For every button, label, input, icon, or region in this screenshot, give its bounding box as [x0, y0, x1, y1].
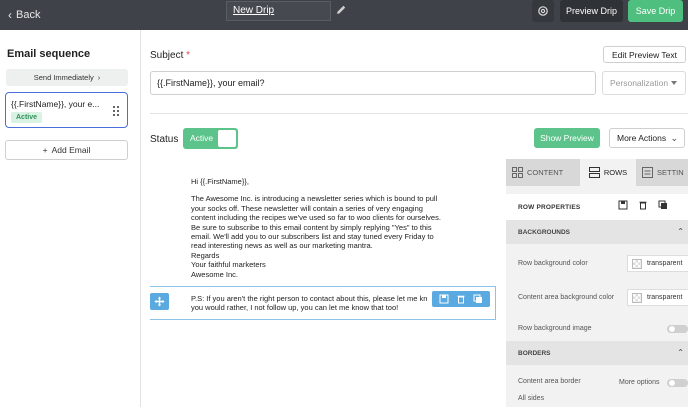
save-drip-button[interactable]: Save Drip: [628, 0, 683, 22]
settings-button[interactable]: [532, 0, 554, 22]
grid-icon: [512, 167, 523, 178]
send-immediately-label: Send Immediately: [33, 73, 94, 82]
email-greeting: Hi {{.FirstName}},: [191, 177, 249, 186]
tab-settings[interactable]: SETTIN: [642, 159, 684, 186]
add-email-button[interactable]: + Add Email: [5, 140, 128, 160]
add-email-label: Add Email: [51, 145, 91, 155]
row-toolbar: [432, 291, 490, 307]
chevron-left-icon: ‹: [8, 8, 12, 22]
email-line: Regards: [191, 250, 220, 260]
sidebar-heading: Email sequence: [7, 48, 91, 60]
backgrounds-heading: BACKGROUNDS: [518, 228, 570, 236]
duplicate-icon[interactable]: [658, 200, 668, 210]
email-sequence-sidebar: Email sequence Send Immediately › {{.Fir…: [0, 30, 141, 407]
status-label: Status: [150, 134, 179, 145]
move-icon: [154, 296, 165, 307]
tab-rows[interactable]: ROWS: [580, 159, 636, 186]
subject-label: Subject *: [150, 50, 190, 61]
pencil-icon[interactable]: [334, 3, 348, 17]
status-toggle-text: Active: [190, 133, 214, 143]
email-line: Your faithful marketers: [191, 260, 266, 270]
subject-input[interactable]: {{.FirstName}}, your email?: [150, 71, 596, 95]
row-bg-color-picker[interactable]: transparent: [627, 255, 688, 272]
plus-icon: +: [42, 145, 48, 155]
email-line: Awesome Inc.: [191, 269, 238, 279]
panel-tabs: CONTENT ROWS SETTIN: [506, 159, 688, 186]
more-actions-label: More Actions: [617, 133, 667, 143]
email-sequence-item[interactable]: {{.FirstName}}, your e... Active: [5, 92, 128, 128]
show-preview-button[interactable]: Show Preview: [534, 128, 600, 148]
status-toggle[interactable]: Active: [183, 128, 238, 149]
more-options-toggle[interactable]: [667, 379, 688, 387]
borders-section-header[interactable]: BORDERS ⌃: [506, 341, 688, 365]
personalization-placeholder: Personalization: [610, 78, 669, 88]
email-item-subject: {{.FirstName}}, your e...: [11, 99, 100, 109]
status-badge: Active: [11, 112, 43, 123]
row-properties-bar: ROW PROPERTIES: [506, 194, 688, 221]
email-line: The Awesome Inc. is introducing a newsle…: [191, 194, 438, 204]
tab-rows-label: ROWS: [603, 168, 628, 177]
save-icon[interactable]: [439, 294, 449, 304]
email-line: email. We'll add you to our subscribers …: [191, 232, 434, 242]
content-border-label: Content area border: [518, 378, 581, 385]
chevron-up-icon: ⌃: [677, 348, 684, 357]
required-mark: *: [186, 50, 191, 61]
send-immediately-button[interactable]: Send Immediately ›: [6, 69, 128, 86]
divider: [150, 113, 688, 114]
email-line: Be sure to subscribe to this email conte…: [191, 222, 432, 232]
email-line: content including the recipes we've used…: [191, 213, 441, 223]
duplicate-icon[interactable]: [473, 294, 483, 304]
preview-drip-button[interactable]: Preview Drip: [560, 0, 623, 22]
backgrounds-section-header[interactable]: BACKGROUNDS ⌃: [506, 220, 688, 244]
toggle-knob: [218, 130, 236, 147]
ps-line: P.S: If you aren't the right person to c…: [191, 294, 428, 303]
gear-icon: [538, 6, 548, 16]
email-paragraph: The Awesome Inc. is introducing a newsle…: [191, 194, 461, 279]
chevron-right-icon: ›: [97, 73, 101, 82]
row-bg-image-toggle[interactable]: [667, 325, 688, 333]
all-sides-label: All sides: [518, 395, 545, 402]
toggle-knob: [668, 325, 676, 333]
trash-icon[interactable]: [638, 200, 648, 210]
ps-line: you would rather, I not follow up, you c…: [191, 303, 399, 313]
borders-heading: BORDERS: [518, 349, 551, 357]
email-line: read interesting news as well as our mar…: [191, 241, 373, 251]
settings-panel-icon: [642, 167, 653, 178]
more-actions-dropdown[interactable]: More Actions ⌄: [609, 128, 685, 148]
save-icon[interactable]: [618, 200, 628, 210]
rows-icon: [588, 167, 600, 178]
back-label: Back: [16, 9, 41, 21]
content-bg-color-label: Content area background color: [518, 294, 615, 301]
toggle-knob: [668, 379, 676, 387]
tab-settings-label: SETTIN: [657, 168, 684, 177]
chevron-down-icon: ⌄: [670, 133, 678, 143]
content-bg-color-value: transparent: [647, 294, 683, 301]
row-properties-actions: [618, 200, 668, 210]
drag-handle-icon[interactable]: [112, 105, 120, 117]
tab-content[interactable]: CONTENT: [512, 159, 563, 186]
ps-text: P.S: If you aren't the right person to c…: [191, 294, 451, 313]
back-button[interactable]: ‹ Back: [8, 6, 40, 24]
move-row-handle[interactable]: [150, 293, 169, 310]
color-swatch: [632, 292, 642, 303]
drip-title: New Drip: [233, 5, 275, 16]
more-options-label: More options: [619, 379, 660, 386]
color-swatch: [632, 258, 642, 269]
chevron-up-icon: ⌃: [677, 227, 684, 236]
row-properties-title: ROW PROPERTIES: [518, 204, 581, 211]
email-line: your socks off. These newsletter will co…: [191, 203, 423, 213]
row-bg-color-value: transparent: [647, 260, 683, 267]
subject-label-text: Subject: [150, 50, 184, 61]
caret-down-icon: [671, 81, 677, 85]
properties-panel: CONTENT ROWS SETTIN ROW PROPERTIES BACKG…: [506, 159, 688, 407]
row-bg-color-label: Row background color: [518, 260, 588, 267]
row-bg-image-label: Row background image: [518, 325, 592, 332]
content-bg-color-picker[interactable]: transparent: [627, 289, 688, 306]
email-content-block[interactable]: Hi {{.FirstName}}, The Awesome Inc. is i…: [191, 177, 461, 279]
personalization-select[interactable]: Personalization: [602, 71, 686, 95]
edit-preview-text-button[interactable]: Edit Preview Text: [603, 46, 686, 63]
top-bar: ‹ Back New Drip Preview Drip Save Drip: [0, 0, 688, 30]
trash-icon[interactable]: [456, 294, 466, 304]
tab-content-label: CONTENT: [527, 168, 564, 177]
